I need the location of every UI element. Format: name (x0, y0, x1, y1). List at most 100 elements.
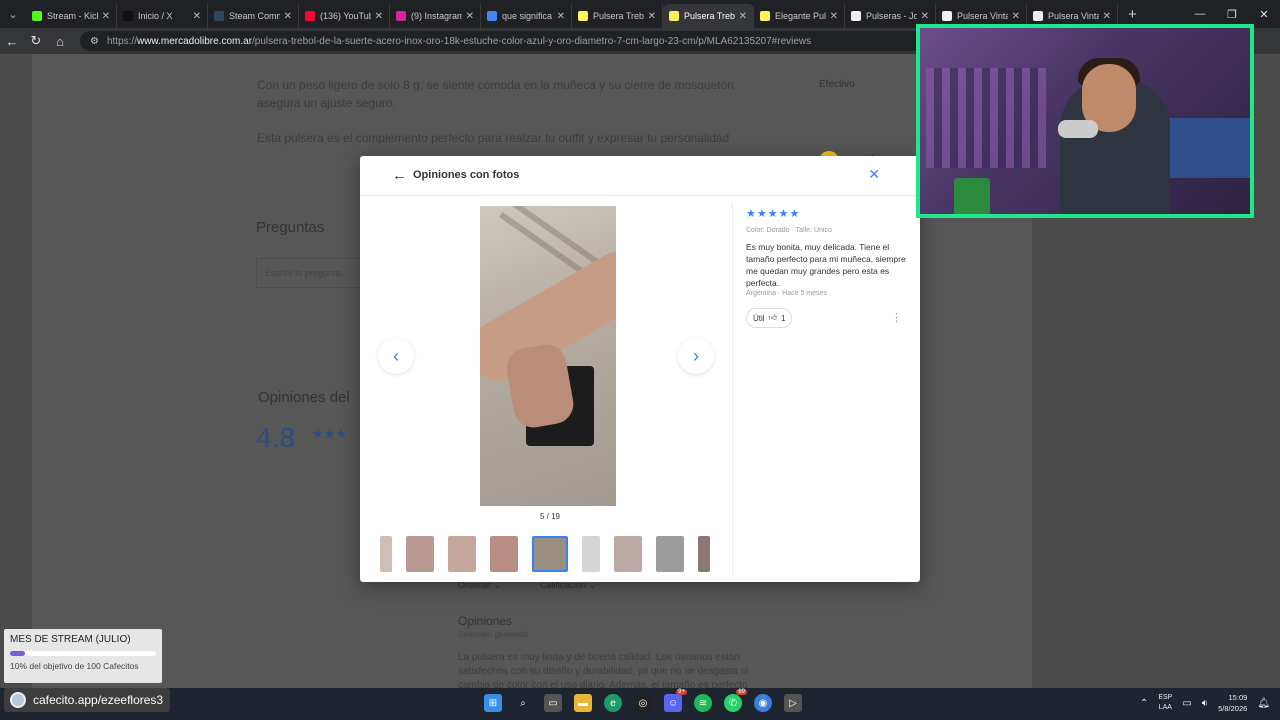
tab-close-icon[interactable]: ✕ (284, 11, 292, 22)
rating-stars: ★★★ (312, 426, 347, 441)
browser-tab[interactable]: (136) YouTube ✕ (299, 4, 390, 28)
url-host: www.mercadolibre.com.ar (136, 35, 253, 47)
tab-close-icon[interactable]: ✕ (466, 11, 474, 22)
tab-title: (9) Instagram (411, 11, 462, 21)
thumbnail[interactable] (614, 536, 642, 572)
cafecito-link: cafecito.app/ezeeflores3 (4, 688, 170, 712)
tab-title: Pulsera Vintag (957, 11, 1008, 21)
chevron-left-icon: ‹ (393, 345, 399, 366)
browser-tab[interactable]: Steam Commu ✕ (208, 4, 299, 28)
thumbnail[interactable] (656, 536, 684, 572)
previous-photo-button[interactable]: ‹ (378, 338, 414, 374)
language-indicator[interactable]: ESP LAA (1158, 693, 1172, 713)
questions-heading: Preguntas (256, 219, 325, 236)
thumbnail[interactable] (406, 536, 434, 572)
question-input[interactable]: Escribí tu pregunta... (256, 258, 366, 288)
helpful-button[interactable]: Útil 👍︎ 1 (746, 308, 793, 328)
discord-badge: 9+ (676, 689, 687, 695)
site-info-icon[interactable]: ⚙ (90, 36, 99, 47)
review-variant: Color: Dorado · Talle: Único (746, 227, 832, 234)
tab-favicon-icon (578, 11, 588, 21)
language-code: ESP (1158, 694, 1173, 701)
volume-icon[interactable]: 🔉︎ (1202, 698, 1208, 709)
tab-close-icon[interactable]: ✕ (648, 11, 656, 22)
review-location-date: Argentina · Hace 5 meses (746, 290, 827, 297)
file-explorer-icon[interactable]: ▬ (574, 694, 592, 712)
payment-cash-label: Efectivo (819, 79, 855, 90)
thumbnail[interactable] (380, 536, 392, 572)
review-text: Es muy bonita, muy delicada. Tiene el ta… (746, 242, 906, 288)
tab-title: Pulseras - Joye (866, 11, 917, 21)
rating-value: 4.8 (256, 422, 295, 453)
thumbnail[interactable] (582, 536, 600, 572)
review-photo (480, 206, 616, 506)
back-icon[interactable]: ← (0, 34, 24, 49)
app-icon[interactable]: ◉ (754, 694, 772, 712)
more-options-icon[interactable]: ⋮ (891, 311, 902, 324)
new-tab-button[interactable]: + (1128, 6, 1137, 23)
notifications-icon[interactable]: 🔔︎ (1257, 698, 1270, 709)
tab-favicon-icon (851, 11, 861, 21)
search-icon[interactable]: ⌕ (514, 694, 532, 712)
whatsapp-badge: 69 (736, 689, 747, 695)
browser-tab[interactable]: (9) Instagram ✕ (390, 4, 481, 28)
close-icon[interactable]: ✕ (868, 166, 880, 183)
app-icon[interactable]: ▷ (784, 694, 802, 712)
goal-subtitle: 10% del objetivo de 100 Cafecitos (10, 661, 139, 671)
next-photo-button[interactable]: › (678, 338, 714, 374)
tray-chevron-icon[interactable]: ⌃ (1140, 698, 1148, 709)
network-icon[interactable]: ▭ (1182, 698, 1191, 709)
photo-hand (503, 341, 577, 431)
edge-icon[interactable]: e (604, 694, 622, 712)
tab-close-icon[interactable]: ✕ (830, 11, 838, 22)
tab-title: Steam Commu (229, 11, 280, 21)
spotify-icon[interactable]: ≋ (694, 694, 712, 712)
url-path: /pulsera-trebol-de-la-suerte-acero-inox-… (252, 35, 812, 47)
system-tray: ⌃ ESP LAA ▭ 🔉︎ 15:09 5/8/2026 🔔︎ (1140, 692, 1270, 714)
taskbar-apps: ⊞ ⌕ ▭ ▬ e ◎ ☺ 9+ ≋ ✆ 69 ◉ ▷ (484, 689, 802, 712)
thumbnail-selected[interactable] (532, 536, 568, 572)
description-line: asegura un ajuste seguro. (257, 96, 396, 110)
whatsapp-icon[interactable]: ✆ 69 (724, 689, 747, 712)
tab-favicon-icon (32, 11, 42, 21)
home-icon[interactable]: ⌂ (48, 34, 72, 49)
steam-icon[interactable]: ◎ (634, 694, 652, 712)
tab-close-icon[interactable]: ✕ (921, 11, 929, 22)
summary-line: satisfechos con su diseño y durabilidad,… (458, 666, 749, 677)
browser-tab[interactable]: Elegante Pulse ✕ (754, 4, 845, 28)
tab-favicon-icon (669, 11, 679, 21)
thumbnail-strip (380, 534, 710, 574)
webcam-can (954, 178, 990, 214)
review-stars: ★★★★★ (746, 208, 801, 220)
tab-search-icon[interactable]: ⌄ (0, 0, 26, 28)
tab-close-icon[interactable]: ✕ (557, 11, 565, 22)
browser-tab[interactable]: Pulsera Trebol ✕ (572, 4, 663, 28)
helpful-count: 1 (780, 313, 786, 323)
goal-progress-bar (10, 651, 156, 656)
browser-tab[interactable]: Pulsera Trebol ✕ (663, 4, 754, 28)
tab-favicon-icon (760, 11, 770, 21)
browser-tab[interactable]: Inicio / X ✕ (117, 4, 208, 28)
screen: ⌄ Stream - Kick✕Inicio / X✕Steam Commu✕(… (0, 0, 1280, 720)
tab-close-icon[interactable]: ✕ (193, 11, 201, 22)
tab-close-icon[interactable]: ✕ (1103, 11, 1111, 22)
discord-icon[interactable]: ☺ 9+ (664, 689, 687, 712)
tab-close-icon[interactable]: ✕ (739, 11, 747, 22)
task-view-icon[interactable]: ▭ (544, 694, 562, 712)
helpful-label: Útil (753, 313, 765, 323)
clock-time: 15:09 (1228, 693, 1248, 702)
clock[interactable]: 15:09 5/8/2026 (1218, 692, 1247, 714)
thumbnail[interactable] (698, 536, 710, 572)
description-line: Con un peso ligero de solo 8 g, se sient… (257, 78, 734, 92)
thumbnail[interactable] (490, 536, 518, 572)
reload-icon[interactable]: ↻ (24, 33, 48, 49)
tab-close-icon[interactable]: ✕ (1012, 11, 1020, 22)
start-icon[interactable]: ⊞ (484, 694, 502, 712)
back-arrow-icon[interactable]: ← (392, 167, 407, 184)
url-prefix: https:// (106, 35, 137, 47)
browser-tab[interactable]: Stream - Kick ✕ (26, 4, 117, 28)
browser-tab[interactable]: que significa O ✕ (481, 4, 572, 28)
tab-close-icon[interactable]: ✕ (375, 11, 383, 22)
thumbnail[interactable] (448, 536, 476, 572)
tab-close-icon[interactable]: ✕ (102, 11, 110, 22)
